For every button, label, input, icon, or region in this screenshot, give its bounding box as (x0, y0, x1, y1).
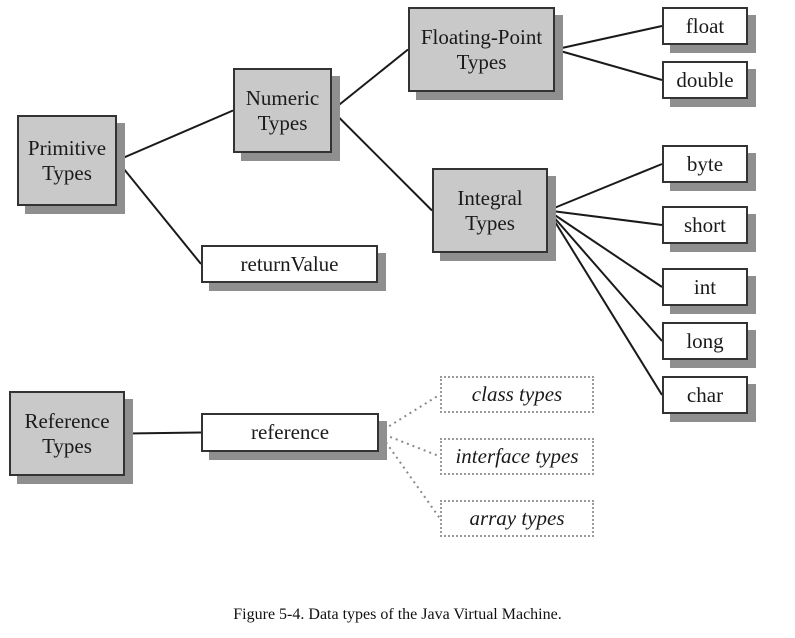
node-label: Numeric Types (245, 86, 320, 135)
node-label: Reference Types (24, 409, 110, 458)
node-float: float (662, 7, 748, 45)
node-label: class types (471, 382, 563, 407)
node-primitive-types: Primitive Types (17, 115, 117, 206)
node-interface-types: interface types (440, 438, 594, 475)
node-label: reference (250, 420, 330, 445)
edge-floating-to-float (554, 25, 663, 51)
node-numeric-types: Numeric Types (233, 68, 332, 153)
node-byte: byte (662, 145, 748, 183)
node-label: int (693, 274, 717, 299)
node-label: float (685, 13, 725, 38)
edge-primitive-to-returnValue (116, 159, 202, 265)
edge-primitive-to-numeric (116, 109, 234, 162)
node-label: returnValue (240, 251, 339, 276)
edge-numeric-to-floating (331, 48, 409, 112)
node-floating-point-types: Floating-Point Types (408, 7, 555, 92)
node-reference: reference (201, 413, 379, 452)
node-long: long (662, 322, 748, 360)
figure-caption: Figure 5-4. Data types of the Java Virtu… (233, 606, 562, 623)
edge-reference-to-classTypes (378, 393, 441, 434)
edge-integral-to-char (547, 209, 663, 396)
edge-reference-to-arrayTypes (378, 431, 441, 520)
node-label: Integral Types (457, 186, 523, 235)
node-label: byte (686, 151, 724, 176)
node-char: char (662, 376, 748, 414)
edge-reference-to-interfaceTypes (378, 431, 441, 458)
node-reference-types: Reference Types (9, 391, 125, 476)
node-return-value: returnValue (201, 245, 378, 283)
edge-referenceTypes-to-reference (124, 431, 202, 435)
node-label: char (686, 382, 724, 407)
node-array-types: array types (440, 500, 594, 537)
node-label: array types (469, 506, 565, 531)
node-class-types: class types (440, 376, 594, 413)
node-label: Floating-Point Types (420, 25, 543, 74)
node-label: short (684, 212, 726, 237)
node-label: long (686, 328, 724, 353)
edge-numeric-to-integral (331, 109, 433, 212)
node-short: short (662, 206, 748, 244)
node-label: interface types (455, 444, 579, 469)
node-int: int (662, 268, 748, 306)
node-double: double (662, 61, 748, 99)
node-label: double (676, 67, 734, 92)
node-label: Primitive Types (27, 136, 107, 185)
node-integral-types: Integral Types (432, 168, 548, 253)
edge-integral-to-byte (547, 163, 663, 212)
edge-floating-to-double (554, 48, 663, 81)
